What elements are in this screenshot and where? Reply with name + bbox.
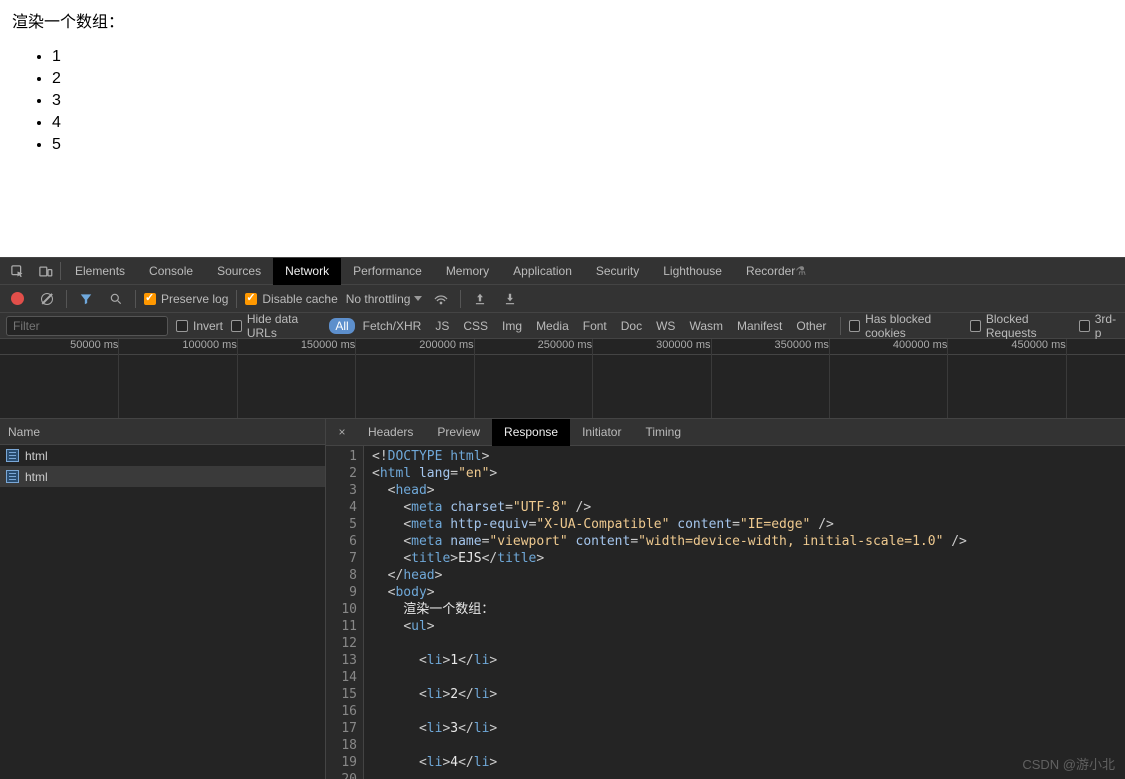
list-item: 4: [52, 114, 1113, 132]
network-toolbar: Preserve log Disable cache No throttling: [0, 285, 1125, 313]
list-item: 3: [52, 92, 1113, 110]
response-code[interactable]: 1234567891011121314151617181920212223242…: [326, 446, 1125, 779]
filter-category-doc[interactable]: Doc: [615, 318, 648, 334]
filter-category-all[interactable]: All: [329, 318, 354, 334]
filter-category-font[interactable]: Font: [577, 318, 613, 334]
request-name: html: [25, 449, 48, 463]
network-timeline[interactable]: 50000 ms 100000 ms 150000 ms 200000 ms 25000…: [0, 339, 1125, 419]
request-detail: × HeadersPreviewResponseInitiatorTiming …: [326, 419, 1125, 779]
preserve-log-label: Preserve log: [161, 292, 228, 306]
timeline-mark: 300000 ms: [656, 339, 710, 351]
separator: [460, 290, 461, 308]
invert-label: Invert: [193, 319, 223, 333]
close-detail-button[interactable]: ×: [330, 425, 354, 439]
timeline-mark: 50000 ms: [70, 339, 118, 351]
list-item: 2: [52, 70, 1113, 88]
device-toggle-icon[interactable]: [32, 258, 58, 284]
blocked-requests-checkbox[interactable]: Blocked Requests: [970, 312, 1071, 340]
separator: [840, 317, 841, 335]
request-list: Name html html: [0, 419, 326, 779]
chevron-down-icon: [414, 296, 422, 301]
document-icon: [6, 470, 19, 483]
page-heading: 渲染一个数组：: [12, 8, 1113, 32]
tab-application[interactable]: Application: [501, 258, 584, 285]
filter-bar: Invert Hide data URLs AllFetch/XHRJSCSSI…: [0, 313, 1125, 339]
preserve-log-checkbox[interactable]: Preserve log: [144, 292, 228, 306]
filter-category-manifest[interactable]: Manifest: [731, 318, 788, 334]
inspect-icon[interactable]: [4, 258, 30, 284]
filter-category-fetchxhr[interactable]: Fetch/XHR: [357, 318, 428, 334]
clear-button[interactable]: [36, 288, 58, 310]
filter-category-media[interactable]: Media: [530, 318, 575, 334]
detail-tab-preview[interactable]: Preview: [425, 419, 492, 446]
tab-console[interactable]: Console: [137, 258, 205, 285]
hide-data-urls-checkbox[interactable]: Hide data URLs: [231, 312, 321, 340]
third-party-label: 3rd-p: [1095, 312, 1119, 340]
search-icon[interactable]: [105, 288, 127, 310]
devtools-panel: ElementsConsoleSourcesNetworkPerformance…: [0, 257, 1125, 779]
timeline-mark: 450000 ms: [1011, 339, 1065, 351]
hide-data-urls-label: Hide data URLs: [247, 312, 322, 340]
timeline-mark: 250000 ms: [538, 339, 592, 351]
tab-memory[interactable]: Memory: [434, 258, 501, 285]
has-blocked-label: Has blocked cookies: [865, 312, 962, 340]
line-gutter: 1234567891011121314151617181920212223242…: [326, 446, 364, 779]
devtools-main-tabs: ElementsConsoleSourcesNetworkPerformance…: [0, 258, 1125, 285]
detail-tab-initiator[interactable]: Initiator: [570, 419, 633, 446]
list-item: 5: [52, 136, 1113, 154]
document-icon: [6, 449, 19, 462]
blocked-requests-label: Blocked Requests: [986, 312, 1071, 340]
request-row[interactable]: html: [0, 466, 325, 487]
page-list: 1 2 3 4 5: [12, 48, 1113, 154]
detail-tab-headers[interactable]: Headers: [356, 419, 425, 446]
disable-cache-checkbox[interactable]: Disable cache: [245, 292, 337, 306]
separator: [236, 290, 237, 308]
tab-performance[interactable]: Performance: [341, 258, 434, 285]
detail-tab-response[interactable]: Response: [492, 419, 570, 446]
tab-recorder[interactable]: Recorder ⚗: [734, 258, 818, 285]
detail-tabs: × HeadersPreviewResponseInitiatorTiming: [326, 419, 1125, 446]
filter-category-wasm[interactable]: Wasm: [683, 318, 729, 334]
code-content: <!DOCTYPE html><html lang="en"> <head> <…: [364, 446, 1125, 779]
filter-toggle-icon[interactable]: [75, 288, 97, 310]
filter-category-other[interactable]: Other: [790, 318, 832, 334]
invert-checkbox[interactable]: Invert: [176, 319, 223, 333]
tab-sources[interactable]: Sources: [205, 258, 273, 285]
has-blocked-cookies-checkbox[interactable]: Has blocked cookies: [849, 312, 962, 340]
disable-cache-label: Disable cache: [262, 292, 337, 306]
request-list-header[interactable]: Name: [0, 419, 325, 445]
list-item: 1: [52, 48, 1113, 66]
timeline-mark: 200000 ms: [419, 339, 473, 351]
detail-tab-timing[interactable]: Timing: [633, 419, 693, 446]
timeline-mark: 400000 ms: [893, 339, 947, 351]
tab-security[interactable]: Security: [584, 258, 651, 285]
tab-lighthouse[interactable]: Lighthouse: [651, 258, 734, 285]
filter-category-ws[interactable]: WS: [650, 318, 681, 334]
import-har-icon[interactable]: [469, 288, 491, 310]
request-name: html: [25, 470, 48, 484]
separator: [66, 290, 67, 308]
network-body: Name html html × HeadersPreviewResponseIn…: [0, 419, 1125, 779]
third-party-checkbox[interactable]: 3rd-p: [1079, 312, 1119, 340]
filter-input[interactable]: [6, 316, 168, 336]
filter-category-js[interactable]: JS: [429, 318, 455, 334]
timeline-mark: 350000 ms: [775, 339, 829, 351]
throttling-select[interactable]: No throttling: [346, 292, 423, 306]
filter-category-img[interactable]: Img: [496, 318, 528, 334]
filter-category-css[interactable]: CSS: [457, 318, 494, 334]
request-row[interactable]: html: [0, 445, 325, 466]
tab-elements[interactable]: Elements: [63, 258, 137, 285]
separator: [135, 290, 136, 308]
record-button[interactable]: [6, 288, 28, 310]
timeline-mark: 100000 ms: [182, 339, 236, 351]
throttling-label: No throttling: [346, 292, 411, 306]
timeline-mark: 150000 ms: [301, 339, 355, 351]
rendered-page: 渲染一个数组： 1 2 3 4 5: [0, 0, 1125, 257]
tab-network[interactable]: Network: [273, 258, 341, 285]
export-har-icon[interactable]: [499, 288, 521, 310]
network-conditions-icon[interactable]: [430, 288, 452, 310]
separator: [60, 262, 61, 280]
